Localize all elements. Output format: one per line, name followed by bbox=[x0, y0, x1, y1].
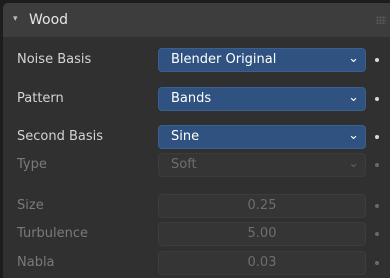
row-size: Size 0.25 bbox=[3, 194, 390, 218]
pattern-value: Bands bbox=[171, 91, 212, 106]
collapse-triangle-icon[interactable]: ▾ bbox=[13, 14, 18, 24]
row-noise-basis: Noise Basis Blender Original ⌄ bbox=[3, 48, 390, 72]
chevron-down-icon: ⌄ bbox=[348, 51, 359, 66]
turbulence-value: 5.00 bbox=[247, 226, 277, 241]
turbulence-label: Turbulence bbox=[17, 226, 89, 241]
keyframe-dot-icon[interactable] bbox=[375, 261, 379, 265]
panel-title: Wood bbox=[29, 12, 69, 28]
pattern-dropdown[interactable]: Bands ⌄ bbox=[158, 87, 366, 111]
keyframe-dot-icon[interactable] bbox=[375, 232, 379, 236]
row-turbulence: Turbulence 5.00 bbox=[3, 222, 390, 246]
noise-basis-dropdown[interactable]: Blender Original ⌄ bbox=[158, 48, 366, 72]
nabla-value: 0.03 bbox=[247, 255, 277, 270]
row-nabla: Nabla 0.03 bbox=[3, 251, 390, 275]
type-dropdown[interactable]: Soft ⌄ bbox=[158, 153, 366, 177]
turbulence-field[interactable]: 5.00 bbox=[158, 222, 366, 246]
nabla-label: Nabla bbox=[17, 255, 55, 270]
size-label: Size bbox=[17, 198, 44, 213]
second-basis-dropdown[interactable]: Sine ⌄ bbox=[158, 125, 366, 149]
chevron-down-icon: ⌄ bbox=[348, 128, 359, 143]
row-second-basis: Second Basis Sine ⌄ bbox=[3, 125, 390, 149]
row-type: Type Soft ⌄ bbox=[3, 153, 390, 177]
panel-header[interactable]: ▾ Wood bbox=[3, 3, 390, 37]
size-field[interactable]: 0.25 bbox=[158, 194, 366, 218]
keyframe-dot-icon[interactable] bbox=[375, 58, 379, 62]
keyframe-dot-icon[interactable] bbox=[375, 135, 379, 139]
second-basis-value: Sine bbox=[171, 129, 200, 144]
type-value: Soft bbox=[171, 157, 197, 172]
noise-basis-label: Noise Basis bbox=[17, 52, 92, 67]
wood-panel: ▾ Wood Noise Basis Blender Original ⌄ Pa… bbox=[3, 3, 390, 278]
second-basis-label: Second Basis bbox=[17, 129, 104, 144]
pattern-label: Pattern bbox=[17, 91, 64, 106]
size-value: 0.25 bbox=[247, 198, 277, 213]
noise-basis-value: Blender Original bbox=[171, 52, 277, 67]
nabla-field[interactable]: 0.03 bbox=[158, 251, 366, 275]
type-label: Type bbox=[17, 157, 47, 172]
chevron-down-icon: ⌄ bbox=[348, 156, 359, 171]
drag-grip-icon[interactable] bbox=[376, 16, 386, 24]
row-pattern: Pattern Bands ⌄ bbox=[3, 87, 390, 111]
keyframe-dot-icon[interactable] bbox=[375, 163, 379, 167]
chevron-down-icon: ⌄ bbox=[348, 90, 359, 105]
keyframe-dot-icon[interactable] bbox=[375, 97, 379, 101]
keyframe-dot-icon[interactable] bbox=[375, 204, 379, 208]
